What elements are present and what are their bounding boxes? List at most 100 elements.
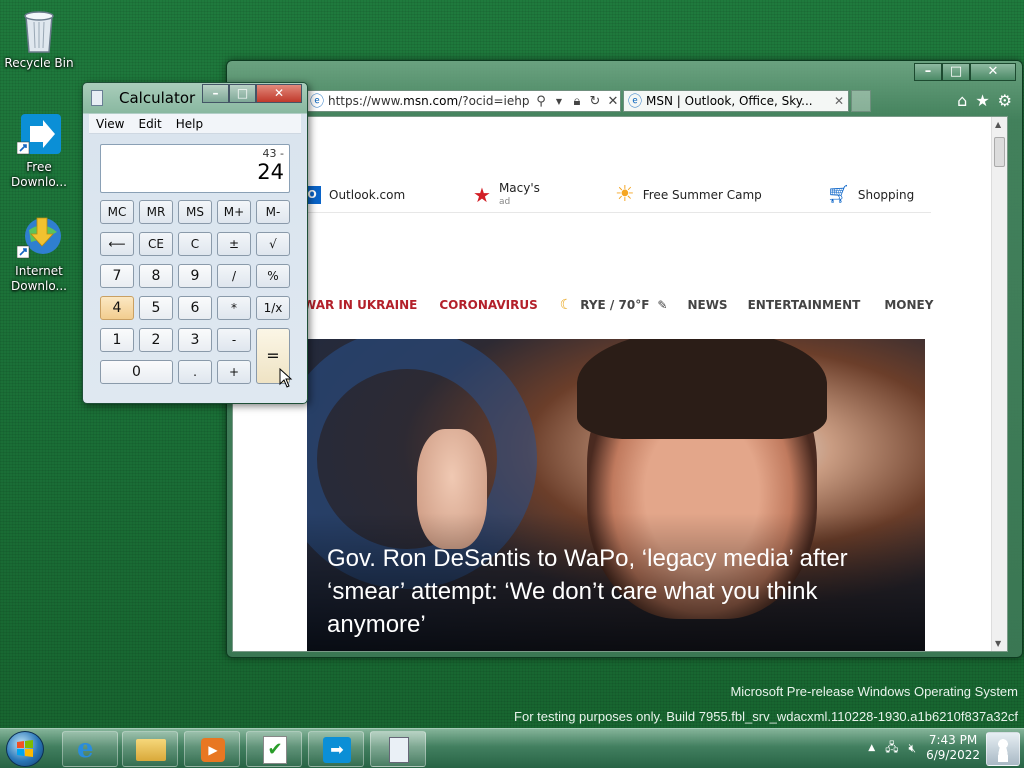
calc-minimize-button[interactable]: – [202, 84, 229, 103]
address-bar[interactable]: ⓔ https://www.msn.com/?ocid=iehp ⚲ ▼ 🔒︎ … [303, 90, 621, 112]
pencil-icon[interactable]: ✎ [657, 298, 667, 312]
quicklink-label: Shopping [857, 187, 915, 202]
key-c[interactable]: C [178, 232, 212, 256]
watermark-line-2: For testing purposes only. Build 7955.fb… [514, 709, 1018, 724]
nav-coronavirus[interactable]: CORONAVIRUS [439, 298, 537, 312]
new-tab-button[interactable] [851, 90, 871, 112]
key-3[interactable]: 3 [178, 328, 212, 352]
address-url: https://www.msn.com/?ocid=iehp [328, 94, 530, 108]
nav-weather[interactable]: RYE / 70°F [580, 298, 649, 312]
key-9[interactable]: 9 [178, 264, 212, 288]
ie-caption-buttons: – □ ✕ [914, 63, 1016, 81]
windows-logo-icon [17, 740, 33, 757]
nav-news[interactable]: NEWS [687, 298, 727, 312]
key-sqrt[interactable]: √ [256, 232, 290, 256]
key-2[interactable]: 2 [139, 328, 173, 352]
watermark-line-1: Microsoft Pre-release Windows Operating … [730, 684, 1018, 699]
taskbar-calculator-button[interactable] [370, 731, 426, 767]
key-ce[interactable]: CE [139, 232, 173, 256]
tab-msn[interactable]: ⓔ MSN | Outlook, Office, Sky... ✕ [623, 90, 849, 112]
favorites-star-icon[interactable]: ★ [975, 91, 989, 110]
ie-right-tools: ⌂ ★ ⚙ [957, 91, 1012, 110]
key-1[interactable]: 1 [100, 328, 134, 352]
calc-history: 43 - [262, 147, 284, 160]
search-icon[interactable]: ⚲ [534, 94, 548, 109]
gear-icon[interactable]: ⚙ [998, 91, 1012, 110]
macys-star-icon: ★ [473, 182, 491, 207]
network-icon[interactable]: 🖧 [885, 738, 898, 759]
menu-edit[interactable]: Edit [138, 117, 161, 131]
key-4[interactable]: 4 [100, 296, 134, 320]
nav-entertainment[interactable]: ENTERTAINMENT [748, 298, 861, 312]
taskbar-checklist-button[interactable]: ✔ [246, 731, 302, 767]
home-icon[interactable]: ⌂ [957, 91, 967, 110]
menu-view[interactable]: View [96, 117, 124, 131]
address-suffix: /?ocid=iehp [458, 94, 530, 108]
key-decimal[interactable]: . [178, 360, 212, 384]
quicklink-summer-camp[interactable]: ☀ Free Summer Camp [615, 182, 827, 207]
quicklink-outlook[interactable]: O Outlook.com [303, 185, 473, 204]
key-percent[interactable]: % [256, 264, 290, 288]
scroll-thumb[interactable] [994, 137, 1005, 167]
volume-muted-icon[interactable]: 🔇︎ [909, 741, 917, 756]
msn-navbar: WAR IN UKRAINE CORONAVIRUS ☾ RYE / 70°F … [303, 293, 933, 317]
taskbar-ie-button[interactable]: e [62, 731, 118, 767]
key-6[interactable]: 6 [178, 296, 212, 320]
lock-icon[interactable]: 🔒︎ [570, 94, 584, 109]
key-mc[interactable]: MC [100, 200, 134, 224]
tray-expand-icon[interactable]: ▲ [868, 743, 875, 753]
key-multiply[interactable]: * [217, 296, 251, 320]
start-button[interactable] [6, 731, 44, 767]
user-avatar-button[interactable] [986, 732, 1020, 766]
desktop-icon-free-download-manager[interactable]: Free Downlo... [3, 112, 75, 190]
hero-headline[interactable]: Gov. Ron DeSantis to WaPo, ‘legacy media… [327, 542, 907, 641]
key-7[interactable]: 7 [100, 264, 134, 288]
taskbar-explorer-button[interactable] [122, 731, 178, 767]
refresh-icon[interactable]: ↻ [588, 94, 602, 109]
key-subtract[interactable]: - [217, 328, 251, 352]
desktop-icon-recycle-bin[interactable]: Recycle Bin [3, 8, 75, 71]
msn-favicon: ⓔ [628, 94, 642, 110]
scroll-up-icon[interactable]: ▲ [995, 120, 1001, 129]
taskbar-media-player-button[interactable]: ▶ [184, 731, 240, 767]
key-m-minus[interactable]: M- [256, 200, 290, 224]
calc-close-button[interactable]: ✕ [256, 84, 302, 103]
key-5[interactable]: 5 [139, 296, 173, 320]
desktop-icon-internet-download-manager[interactable]: Internet Downlo... [3, 216, 75, 294]
clock[interactable]: 7:43 PM 6/9/2022 [926, 733, 980, 763]
scroll-down-icon[interactable]: ▼ [995, 639, 1001, 648]
ie-minimize-button[interactable]: – [914, 63, 942, 81]
key-plus-minus[interactable]: ± [217, 232, 251, 256]
key-backspace[interactable]: ⟵ [100, 232, 134, 256]
key-m-plus[interactable]: M+ [217, 200, 251, 224]
key-mr[interactable]: MR [139, 200, 173, 224]
tab-close-icon[interactable]: ✕ [834, 94, 844, 108]
key-reciprocal[interactable]: 1/x [256, 296, 290, 320]
key-ms[interactable]: MS [178, 200, 212, 224]
key-add[interactable]: + [217, 360, 251, 384]
taskbar-free-download-manager-button[interactable]: ➡ [308, 731, 364, 767]
quicklink-label-wrap: Macy's ad [499, 182, 540, 208]
ie-maximize-button[interactable]: □ [942, 63, 970, 81]
page-scrollbar[interactable]: ▲ ▼ [991, 117, 1007, 651]
calc-maximize-button[interactable]: □ [229, 84, 256, 103]
quicklink-macys[interactable]: ★ Macy's ad [473, 182, 615, 208]
hero-photo-hair [577, 339, 827, 439]
stop-icon[interactable]: ✕ [606, 94, 620, 109]
hero-story[interactable]: Gov. Ron DeSantis to WaPo, ‘legacy media… [307, 339, 925, 651]
key-divide[interactable]: / [217, 264, 251, 288]
ie-close-button[interactable]: ✕ [970, 63, 1016, 81]
quicklink-shopping[interactable]: 🛒︎ Shopping [827, 184, 914, 205]
key-0[interactable]: 0 [100, 360, 173, 384]
calculator-caption-buttons: – □ ✕ [202, 84, 302, 103]
key-8[interactable]: 8 [139, 264, 173, 288]
nav-money[interactable]: MONEY [884, 298, 933, 312]
sun-icon: ☀ [615, 182, 635, 207]
checklist-icon: ✔ [263, 736, 287, 764]
dropdown-icon[interactable]: ▼ [552, 97, 566, 106]
tab-title: MSN | Outlook, Office, Sky... [646, 94, 813, 108]
ie-window: – □ ✕ ⓔ https://www.msn.com/?ocid=iehp ⚲… [226, 60, 1023, 658]
menu-help[interactable]: Help [176, 117, 203, 131]
ie-nav-row: ⓔ https://www.msn.com/?ocid=iehp ⚲ ▼ 🔒︎ … [303, 89, 871, 113]
nav-war-in-ukraine[interactable]: WAR IN UKRAINE [303, 298, 417, 312]
